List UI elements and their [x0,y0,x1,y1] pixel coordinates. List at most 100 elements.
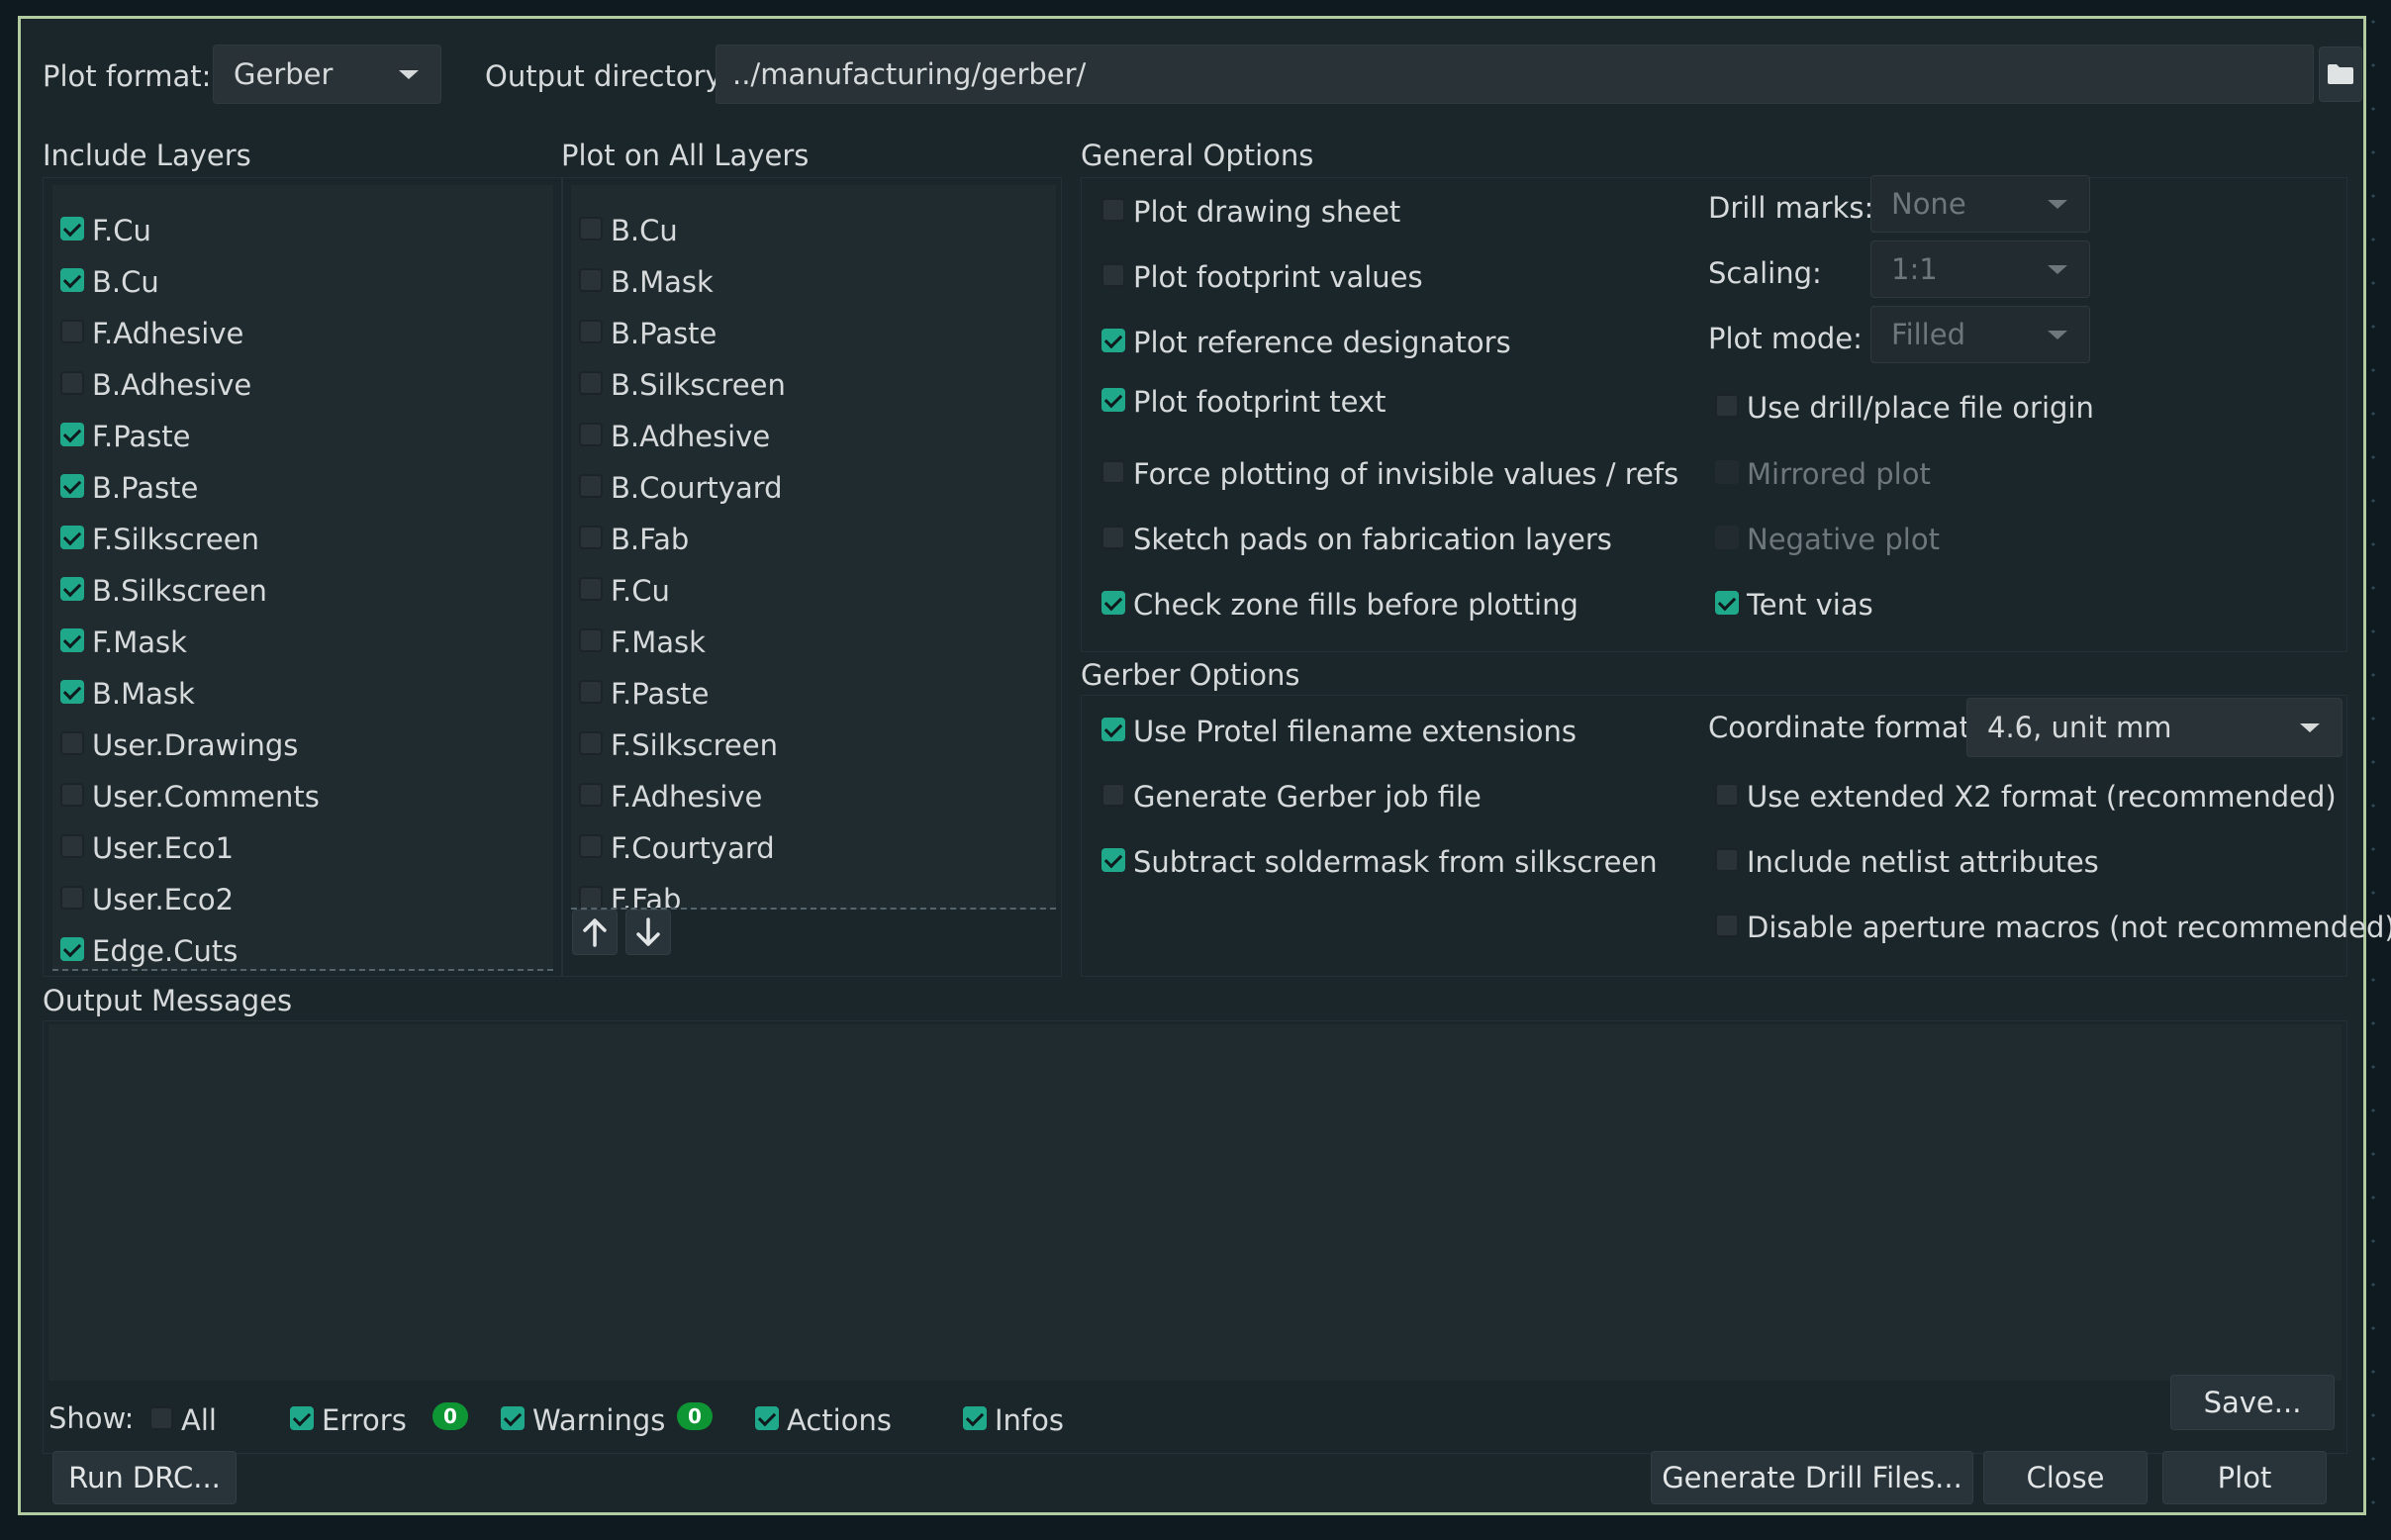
move-up-button[interactable] [572,910,618,955]
checkbox[interactable] [1101,783,1125,807]
checkbox[interactable] [60,371,84,395]
checkbox[interactable] [579,268,603,292]
include-layer-user-eco2[interactable]: User.Eco2 [60,878,535,917]
scaling-select[interactable]: 1:1 [1870,241,2090,298]
checkbox[interactable] [579,320,603,343]
checkbox[interactable] [579,886,603,908]
plot-mode-select[interactable]: Filled [1870,306,2090,363]
checkbox[interactable] [1101,526,1125,549]
checkbox[interactable] [60,937,84,961]
plot-format-select[interactable]: Gerber [213,45,441,104]
checkbox[interactable] [1101,848,1125,872]
checkbox[interactable] [501,1406,525,1430]
checkbox[interactable] [1715,914,1739,937]
include-layer-b-silkscreen[interactable]: B.Silkscreen [60,569,535,609]
include-layer-f-mask[interactable]: F.Mask [60,621,535,660]
checkbox[interactable] [60,268,84,292]
output-messages-area[interactable] [48,1024,2342,1381]
all-layer-f-cu[interactable]: F.Cu [579,569,1034,609]
checkbox[interactable] [579,423,603,446]
checkbox[interactable] [60,423,84,446]
checkbox[interactable] [1101,718,1125,741]
include-layer-edge-cuts[interactable]: Edge.Cuts [60,929,535,969]
checkbox[interactable] [1715,591,1739,615]
include-layer-f-cu[interactable]: F.Cu [60,209,535,248]
checkbox-label: F.Paste [92,420,191,453]
include-layer-b-paste[interactable]: B.Paste [60,466,535,506]
all-layer-b-silkscreen[interactable]: B.Silkscreen [579,363,1034,403]
checkbox[interactable] [579,783,603,807]
all-layer-f-adhesive[interactable]: F.Adhesive [579,775,1034,815]
checkbox[interactable] [1101,591,1125,615]
checkbox[interactable] [60,783,84,807]
checkbox[interactable] [60,886,84,910]
run-drc-button[interactable]: Run DRC... [52,1451,237,1504]
plot-all-layers-list[interactable]: B.Cu B.Mask B.Paste B.Silkscreen B.Adhesive B… [571,185,1056,910]
checkbox-label: F.Mask [611,626,706,659]
checkbox[interactable] [1715,783,1739,807]
checkbox[interactable] [1101,460,1125,484]
drill-marks-select[interactable]: None [1870,175,2090,233]
all-layer-f-silkscreen[interactable]: F.Silkscreen [579,723,1034,763]
checkbox[interactable] [60,731,84,755]
all-layer-b-cu[interactable]: B.Cu [579,209,1034,248]
checkbox[interactable] [1101,198,1125,222]
include-layers-list[interactable]: F.Cu B.Cu F.Adhesive B.Adhesive F.Paste B.Pas… [52,185,553,971]
checkbox[interactable] [290,1406,314,1430]
move-down-button[interactable] [625,910,671,955]
coordinate-format-select[interactable]: 4.6, unit mm [1966,698,2343,757]
checkbox[interactable] [755,1406,779,1430]
checkbox-label: Infos [995,1403,1064,1437]
checkbox[interactable] [60,526,84,549]
checkbox[interactable] [579,577,603,601]
include-layer-f-silkscreen[interactable]: F.Silkscreen [60,518,535,557]
checkbox[interactable] [579,731,603,755]
checkbox[interactable] [579,628,603,652]
include-layer-user-drawings[interactable]: User.Drawings [60,723,535,763]
output-directory-input[interactable]: ../manufacturing/gerber/ [716,45,2314,104]
checkbox[interactable] [963,1406,987,1430]
checkbox-label: B.Mask [92,677,195,711]
checkbox[interactable] [1715,848,1739,872]
all-layer-f-paste[interactable]: F.Paste [579,672,1034,712]
checkbox[interactable] [579,526,603,549]
plot-button[interactable]: Plot [2162,1451,2327,1504]
checkbox[interactable] [149,1406,173,1430]
general-options-title: General Options [1081,139,1314,172]
checkbox[interactable] [60,474,84,498]
checkbox[interactable] [60,628,84,652]
checkbox[interactable] [1101,263,1125,287]
checkbox[interactable] [60,577,84,601]
checkbox[interactable] [60,680,84,704]
generate-drill-files-button[interactable]: Generate Drill Files... [1651,1451,1973,1504]
all-layer-b-fab[interactable]: B.Fab [579,518,1034,557]
save-messages-button[interactable]: Save... [2170,1375,2335,1430]
all-layer-b-courtyard[interactable]: B.Courtyard [579,466,1034,506]
checkbox[interactable] [1101,329,1125,352]
all-layer-b-mask[interactable]: B.Mask [579,260,1034,300]
checkbox[interactable] [579,474,603,498]
include-layer-b-mask[interactable]: B.Mask [60,672,535,712]
checkbox[interactable] [60,320,84,343]
include-layer-f-paste[interactable]: F.Paste [60,415,535,454]
all-layer-f-fab[interactable]: F.Fab [579,878,1034,908]
include-layer-b-adhesive[interactable]: B.Adhesive [60,363,535,403]
browse-folder-button[interactable] [2319,47,2362,102]
checkbox[interactable] [579,834,603,858]
include-layer-b-cu[interactable]: B.Cu [60,260,535,300]
checkbox[interactable] [579,680,603,704]
all-layer-f-courtyard[interactable]: F.Courtyard [579,826,1034,866]
include-layer-f-adhesive[interactable]: F.Adhesive [60,312,535,351]
all-layer-b-paste[interactable]: B.Paste [579,312,1034,351]
checkbox[interactable] [1101,388,1125,412]
all-layer-b-adhesive[interactable]: B.Adhesive [579,415,1034,454]
checkbox[interactable] [60,834,84,858]
checkbox[interactable] [60,217,84,241]
checkbox[interactable] [579,371,603,395]
all-layer-f-mask[interactable]: F.Mask [579,621,1034,660]
include-layer-user-comments[interactable]: User.Comments [60,775,535,815]
checkbox[interactable] [1715,394,1739,418]
checkbox[interactable] [579,217,603,241]
include-layer-user-eco1[interactable]: User.Eco1 [60,826,535,866]
close-button[interactable]: Close [1983,1451,2148,1504]
